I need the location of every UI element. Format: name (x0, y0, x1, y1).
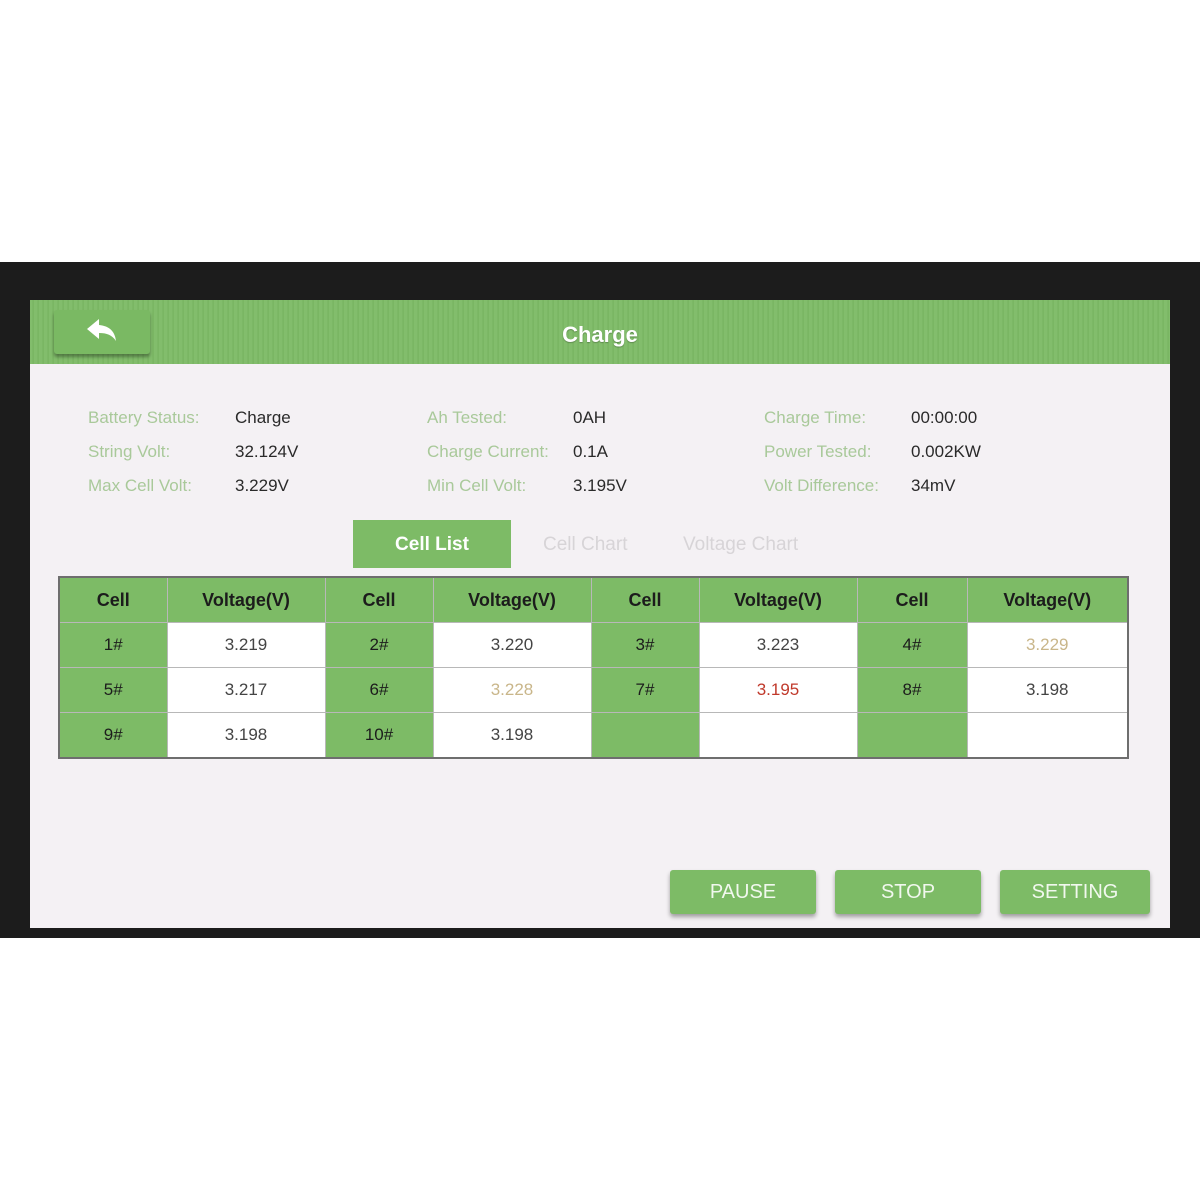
charge-time-value: 00:00:00 (911, 408, 978, 427)
cell-number: 2# (324, 622, 434, 668)
cell-voltage: 3.223 (698, 622, 858, 668)
cell-number: 3# (590, 622, 700, 668)
cell-number: 10# (324, 712, 434, 759)
cell-number: 1# (58, 622, 168, 668)
charge-time-label: Charge Time: (764, 408, 867, 427)
max-cell-volt-value: 3.229V (235, 476, 289, 495)
min-cell-volt-value: 3.195V (573, 476, 627, 495)
cell-voltage: 3.198 (166, 712, 326, 759)
charge-current-label: Charge Current: (427, 442, 549, 461)
table-row: 9# 3.198 10# 3.198 (58, 712, 1129, 759)
ah-tested-value: 0AH (573, 408, 607, 427)
page-title: Charge (562, 322, 638, 347)
power-tested-label: Power Tested: (764, 442, 872, 461)
volt-difference-label: Volt Difference: (764, 476, 879, 495)
cell-number: 9# (58, 712, 168, 759)
cell-voltage-high: 3.228 (432, 667, 592, 713)
column-header: Cell (590, 576, 700, 623)
charge-current-value: 0.1A (573, 442, 608, 461)
cell-number: 4# (856, 622, 968, 668)
setting-button[interactable]: SETTING (1000, 870, 1150, 914)
empty-cell-voltage (966, 712, 1129, 759)
power-tested-value: 0.002KW (911, 442, 981, 461)
cell-number: 7# (590, 667, 700, 713)
max-cell-volt-label: Max Cell Volt: (88, 476, 192, 495)
pause-button[interactable]: PAUSE (670, 870, 816, 914)
column-header: Voltage(V) (432, 576, 592, 623)
volt-difference-value: 34mV (911, 476, 956, 495)
empty-cell-number (856, 712, 968, 759)
column-header: Voltage(V) (698, 576, 858, 623)
column-header: Cell (856, 576, 968, 623)
charge-screen: Charge Battery Status: Charge String Vol… (30, 300, 1170, 928)
string-volt-label: String Volt: (88, 442, 171, 461)
battery-status-label: Battery Status: (88, 408, 200, 427)
min-cell-volt-label: Min Cell Volt: (427, 476, 527, 495)
cell-voltage: 3.220 (432, 622, 592, 668)
table-row: 5# 3.217 6# 3.228 7# 3.195 8# 3.198 (58, 667, 1129, 713)
back-button[interactable] (54, 310, 150, 354)
empty-cell-number (590, 712, 700, 759)
cell-voltage-min: 3.195 (698, 667, 858, 713)
cell-voltage: 3.217 (166, 667, 326, 713)
cell-number: 6# (324, 667, 434, 713)
table-row: 1# 3.219 2# 3.220 3# 3.223 4# 3.229 (58, 622, 1129, 668)
column-header: Voltage(V) (966, 576, 1129, 623)
cell-voltage: 3.219 (166, 622, 326, 668)
column-header: Voltage(V) (166, 576, 326, 623)
empty-cell-voltage (698, 712, 858, 759)
tab-cell-chart[interactable]: Cell Chart (543, 520, 627, 568)
cell-voltage-max: 3.229 (966, 622, 1129, 668)
cell-voltage-table: Cell Voltage(V) Cell Voltage(V) Cell Vol… (58, 576, 1129, 759)
cell-voltage: 3.198 (432, 712, 592, 759)
header-bar: Charge (30, 300, 1170, 364)
string-volt-value: 32.124V (235, 442, 299, 461)
column-header: Cell (58, 576, 168, 623)
tab-voltage-chart[interactable]: Voltage Chart (683, 520, 798, 568)
cell-voltage: 3.198 (966, 667, 1129, 713)
cell-number: 5# (58, 667, 168, 713)
stop-button[interactable]: STOP (835, 870, 981, 914)
back-arrow-icon (85, 317, 119, 348)
battery-status-value: Charge (235, 408, 291, 427)
table-header-row: Cell Voltage(V) Cell Voltage(V) Cell Vol… (58, 576, 1129, 623)
column-header: Cell (324, 576, 434, 623)
cell-number: 8# (856, 667, 968, 713)
tab-cell-list[interactable]: Cell List (353, 520, 511, 568)
ah-tested-label: Ah Tested: (427, 408, 508, 427)
